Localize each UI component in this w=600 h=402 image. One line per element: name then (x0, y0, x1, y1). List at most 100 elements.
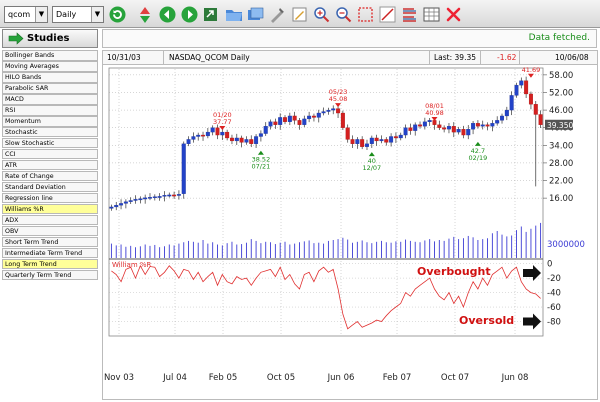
candle-up (258, 133, 263, 137)
forward-icon[interactable] (180, 5, 199, 24)
back-icon[interactable] (158, 5, 177, 24)
indicators-icon[interactable] (400, 5, 419, 24)
swing-high-price: 45.08 (329, 95, 348, 103)
zoom-in-icon[interactable] (312, 5, 331, 24)
candle-down (533, 104, 538, 115)
tools-icon[interactable] (268, 5, 287, 24)
wr-tick-label: -60 (547, 303, 561, 313)
stock-chart[interactable]: 16.0022.0028.0034.0040.0046.0052.0058.00… (103, 66, 597, 400)
export-icon[interactable] (201, 5, 220, 24)
study-item[interactable]: Regression line (2, 192, 98, 204)
price-tick-label: 46.00 (549, 106, 573, 116)
status-text: Data fetched. (528, 33, 590, 43)
time-tick-label: Jul 04 (162, 373, 187, 383)
study-item[interactable]: Bollinger Bands (2, 50, 98, 61)
candle-up (109, 206, 114, 209)
study-item[interactable]: Momentum (2, 115, 98, 127)
candle-up (196, 134, 201, 137)
study-item[interactable]: Moving Averages (2, 60, 98, 72)
select-region-icon[interactable] (356, 5, 375, 24)
candle-up (148, 197, 152, 199)
candle-up (123, 201, 128, 204)
period-value: Daily (56, 10, 77, 19)
candle-up (403, 127, 408, 136)
symbol-select[interactable]: qcom ▼ (4, 6, 48, 23)
study-item[interactable]: ADX (2, 214, 98, 226)
study-item[interactable]: HILO Bands (2, 71, 98, 83)
candle-up (466, 129, 471, 136)
edit-icon[interactable] (290, 5, 309, 24)
open-icon[interactable] (224, 5, 243, 24)
time-tick-label: Nov 03 (104, 373, 134, 383)
scroll-updown-icon[interactable] (135, 5, 154, 24)
candle-up (234, 137, 239, 142)
candle-up (307, 115, 312, 120)
study-item[interactable]: RSI (2, 104, 98, 116)
study-item[interactable]: Long Term Trend (2, 258, 98, 270)
candle-up (389, 136, 394, 143)
candle-up (514, 84, 519, 96)
candle-up (504, 109, 509, 117)
studies-button[interactable]: Studies (2, 29, 98, 48)
price-tick-label: 22.00 (549, 177, 573, 187)
table-icon[interactable] (422, 5, 441, 24)
candle-up (157, 196, 162, 198)
study-item[interactable]: MACD (2, 93, 98, 105)
time-tick-label: Oct 07 (441, 373, 469, 383)
volume-tick-label: 3000000 (547, 240, 585, 250)
candle-down (432, 120, 437, 125)
study-item[interactable]: Rate of Change (2, 170, 98, 182)
period-select[interactable]: Daily ▼ (52, 6, 104, 23)
candle-up (398, 134, 403, 139)
study-item[interactable]: Quarterly Term Trend (2, 269, 98, 281)
study-item[interactable]: Stochastic (2, 126, 98, 138)
candle-up (244, 139, 249, 143)
zoom-out-icon[interactable] (334, 5, 353, 24)
time-tick-label: Jun 06 (327, 373, 355, 383)
candle-up (427, 120, 432, 122)
save-icon[interactable] (246, 5, 265, 24)
candle-down (336, 108, 341, 114)
candle-up (176, 194, 181, 196)
candle-down (475, 123, 480, 127)
candle-up (119, 203, 124, 206)
candle-down (485, 124, 490, 127)
candle-up (205, 131, 210, 137)
study-item[interactable]: Intermediate Term Trend (2, 247, 98, 259)
candle-up (369, 137, 374, 144)
end-date: 10/06/08 (555, 53, 589, 62)
studies-button-label: Studies (27, 33, 70, 44)
swing-high-price: 41.69 (522, 66, 541, 74)
wr-tick-label: 0 (547, 260, 552, 270)
study-item[interactable]: Slow Stochastic (2, 137, 98, 149)
refresh-icon[interactable] (108, 5, 127, 24)
swing-high-price: 40.98 (425, 109, 444, 117)
study-item[interactable]: CCI (2, 148, 98, 160)
chevron-down-icon[interactable]: ▼ (91, 7, 103, 22)
candle-up (152, 196, 157, 199)
study-item[interactable]: Short Term Trend (2, 236, 98, 248)
candle-up (495, 120, 500, 124)
candle-up (220, 131, 225, 136)
draw-line-icon[interactable] (378, 5, 397, 24)
study-item[interactable]: OBV (2, 225, 98, 237)
close-icon[interactable] (444, 5, 463, 24)
candle-down (360, 139, 365, 147)
candle-down (273, 121, 278, 125)
swing-low-marker (474, 141, 481, 146)
candle-down (297, 120, 302, 125)
study-item[interactable]: ATR (2, 159, 98, 171)
williams-label: William %R (112, 261, 152, 269)
chevron-down-icon[interactable]: ▼ (35, 7, 47, 22)
candle-up (287, 115, 292, 122)
candle-up (365, 143, 369, 147)
study-item[interactable]: Parabolic SAR (2, 82, 98, 94)
price-tick-label: 34.00 (549, 141, 573, 151)
candle-down (461, 129, 466, 136)
status-bar: Data fetched. (102, 29, 597, 48)
study-item[interactable]: Williams %R (2, 203, 98, 215)
time-tick-label: Feb 07 (383, 373, 412, 383)
candle-up (181, 143, 186, 194)
candle-down (442, 127, 447, 130)
study-item[interactable]: Standard Deviation (2, 181, 98, 193)
